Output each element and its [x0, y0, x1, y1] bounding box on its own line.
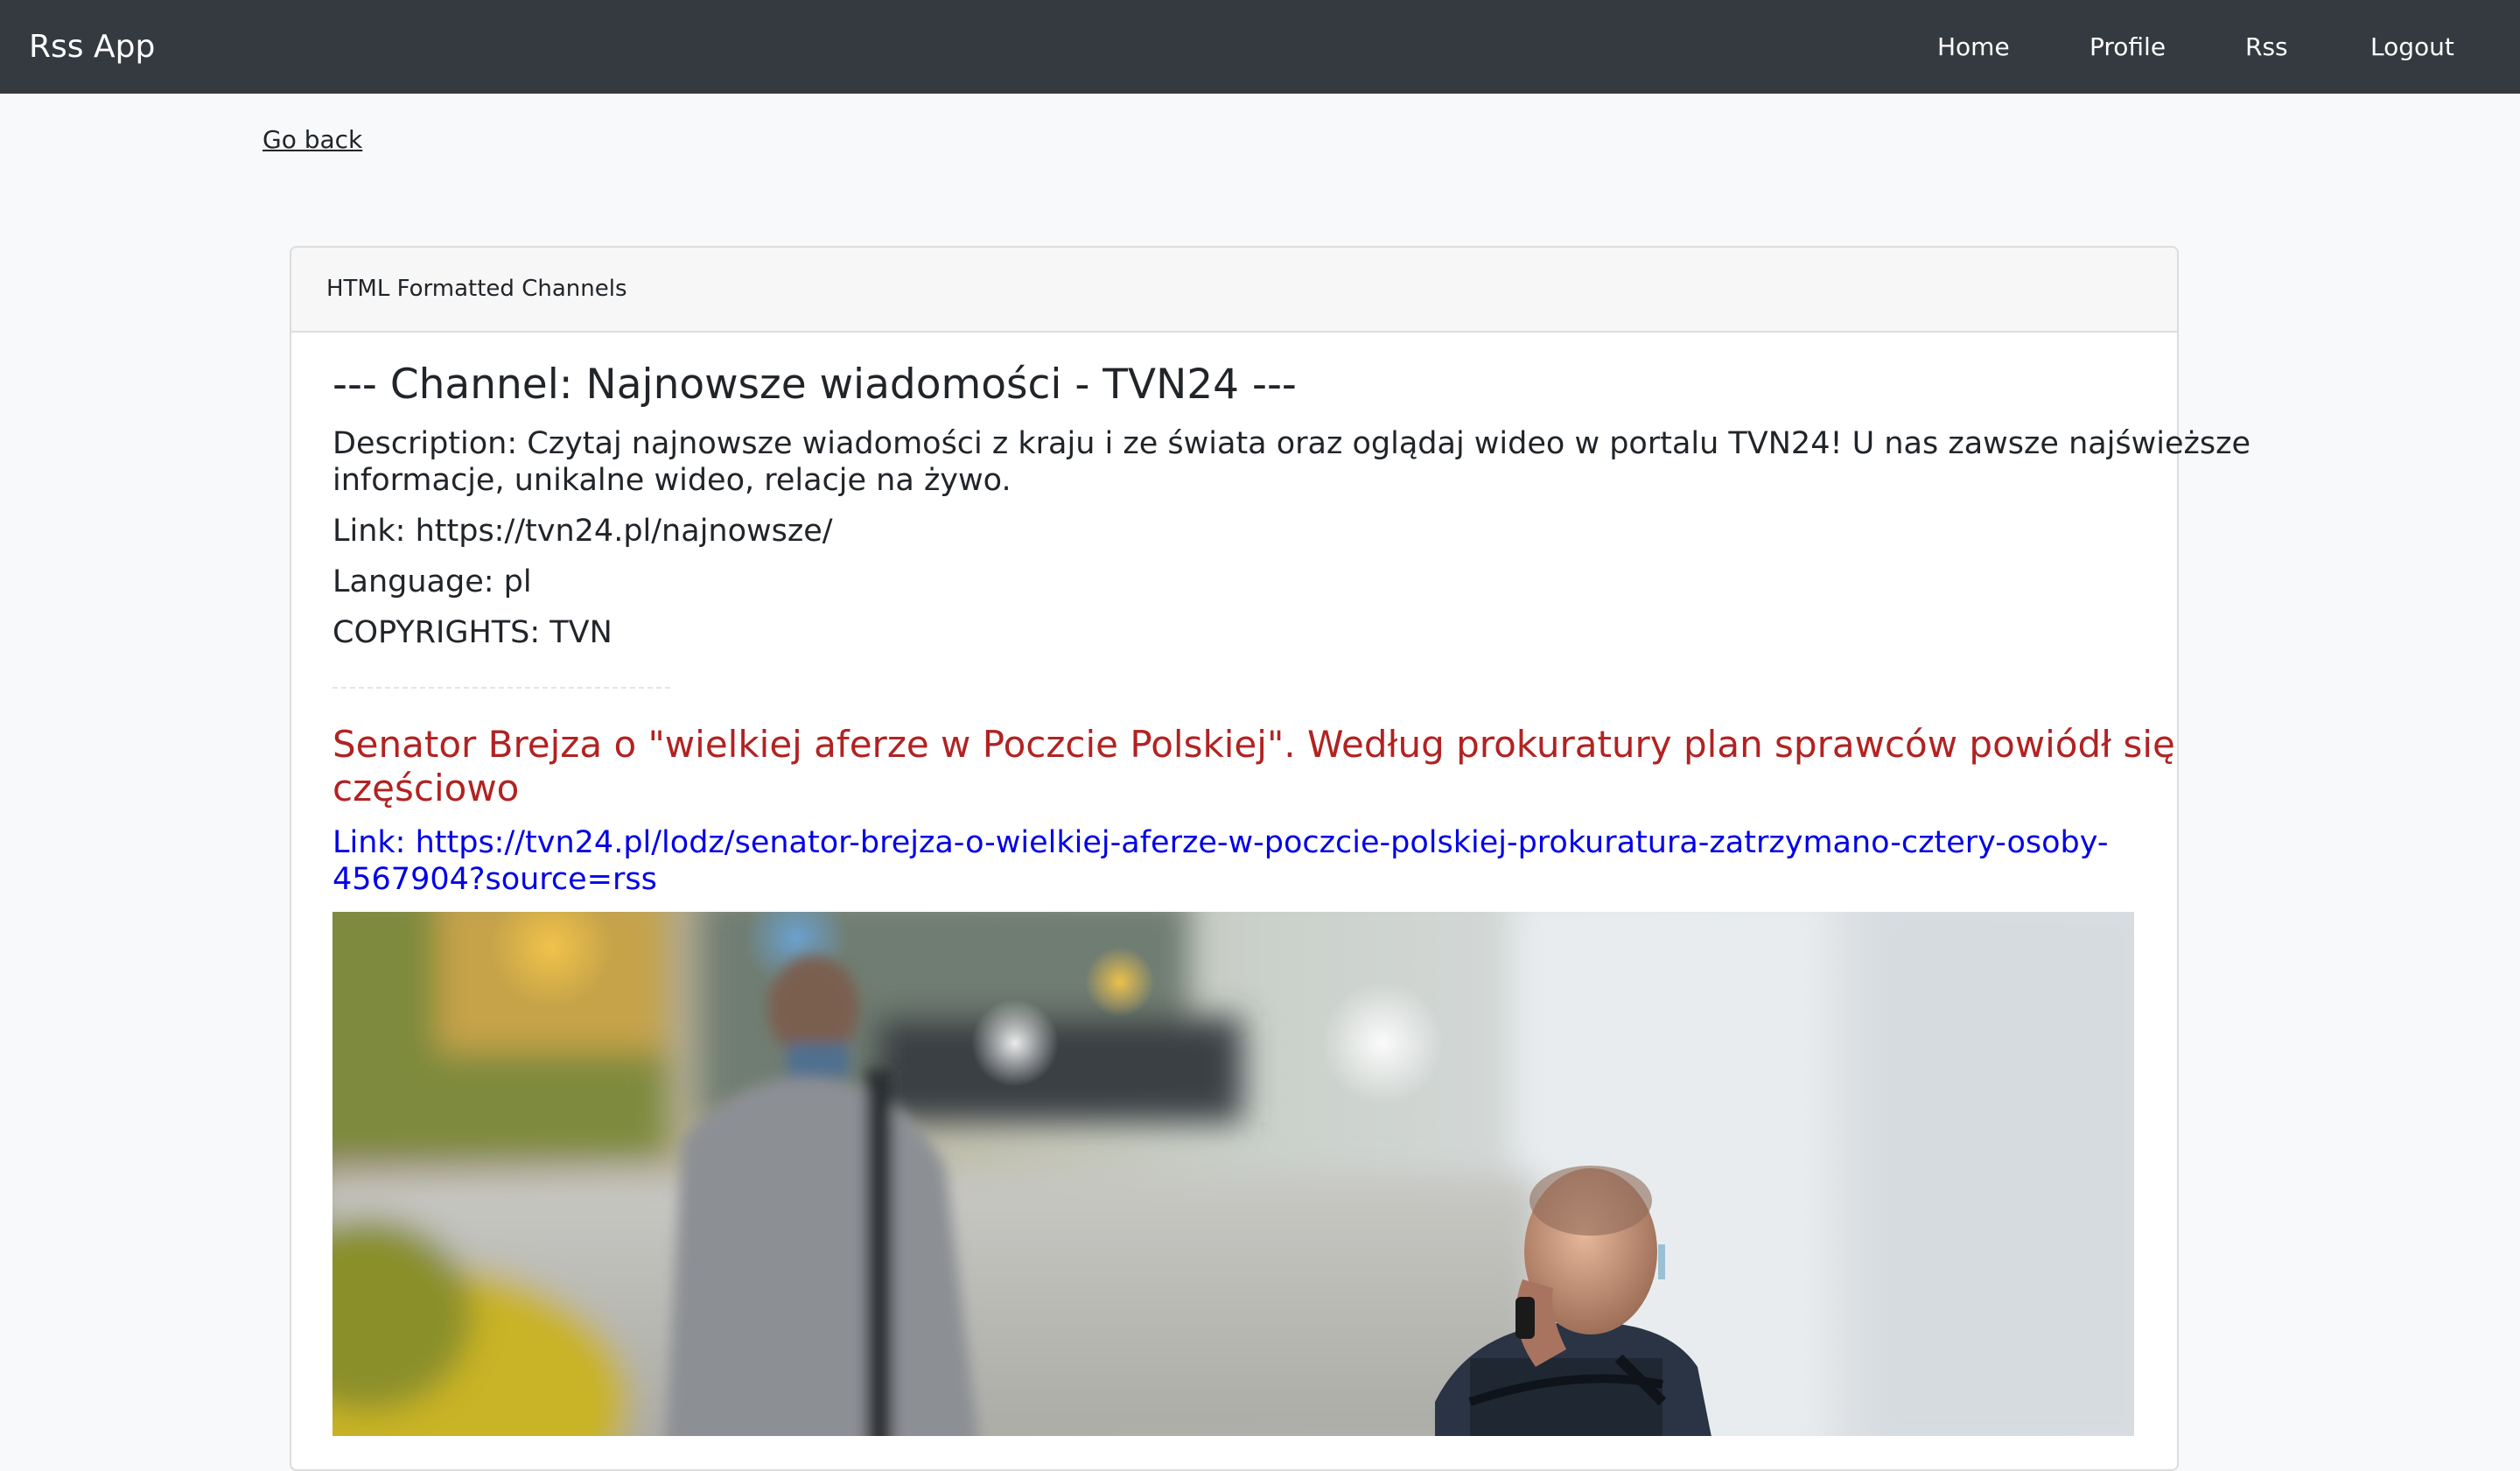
nav-rss[interactable]: Rss	[2245, 0, 2288, 94]
navbar: Rss App Home Profile Rss Logout	[0, 0, 2520, 94]
item-title-line1[interactable]: Senator Brejza o "wielkiej aferze w Pocz…	[332, 723, 2175, 767]
go-back-link[interactable]: Go back	[262, 123, 362, 158]
nav-profile[interactable]: Profile	[2090, 0, 2166, 94]
nav-logout[interactable]: Logout	[2370, 0, 2454, 94]
channel-language: Language: pl	[332, 564, 532, 599]
channel-description-line2: informacje, unikalne wideo, relacje na ż…	[332, 463, 1012, 498]
nav-home[interactable]: Home	[1937, 0, 2010, 94]
item-link-line2[interactable]: 4567904?source=rss	[332, 861, 657, 898]
article-image	[332, 912, 2134, 1436]
channel-description-line1: Description: Czytaj najnowsze wiadomości…	[332, 426, 2251, 461]
separator	[332, 687, 670, 689]
channel-link: Link: https://tvn24.pl/najnowsze/	[332, 514, 833, 549]
channel-copyrights: COPYRIGHTS: TVN	[332, 615, 612, 650]
card-header: HTML Formatted Channels	[291, 248, 2177, 333]
item-link-line1[interactable]: Link: https://tvn24.pl/lodz/senator-brej…	[332, 824, 2109, 861]
channel-heading: --- Channel: Najnowsze wiadomości - TVN2…	[332, 361, 1297, 409]
brand-link[interactable]: Rss App	[29, 0, 155, 94]
item-title-line2[interactable]: częściowo	[332, 767, 519, 810]
